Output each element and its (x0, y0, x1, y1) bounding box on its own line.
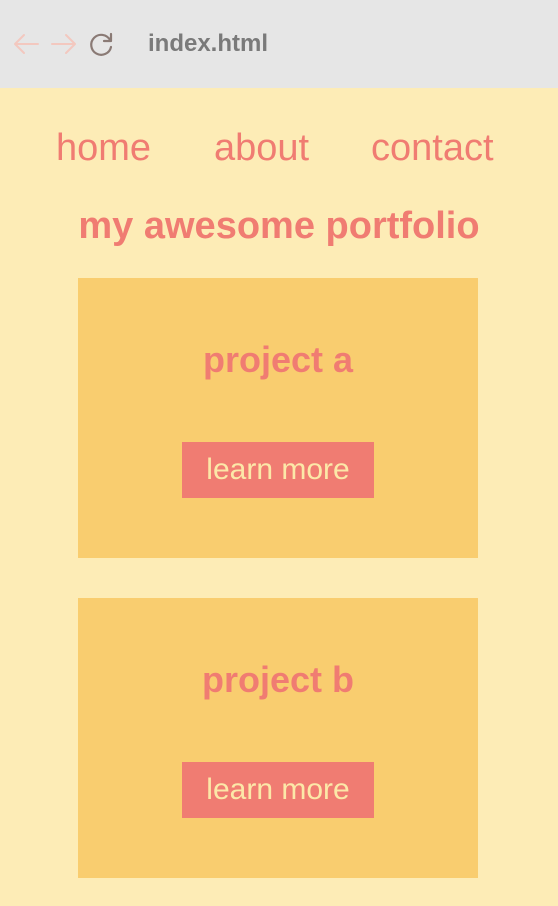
nav-link-about[interactable]: about (214, 124, 309, 172)
learn-more-button[interactable]: learn more (182, 442, 374, 498)
project-card-a: project a learn more (78, 278, 478, 558)
browser-toolbar: index.html (0, 0, 558, 88)
project-card-b: project b learn more (78, 598, 478, 878)
main-nav: home about contact (0, 124, 558, 172)
nav-link-home[interactable]: home (56, 124, 151, 172)
browser-tab-title: index.html (148, 30, 269, 57)
reload-icon[interactable] (88, 30, 116, 58)
page-content: home about contact my awesome portfolio … (0, 88, 558, 906)
page-title: my awesome portfolio (78, 205, 480, 247)
learn-more-button[interactable]: learn more (182, 762, 374, 818)
back-arrow-icon[interactable] (12, 30, 40, 58)
project-title: project a (202, 339, 354, 380)
project-title: project b (201, 659, 354, 700)
browser-nav-controls (12, 30, 126, 58)
nav-link-contact[interactable]: contact (371, 124, 494, 172)
forward-arrow-icon[interactable] (50, 30, 78, 58)
